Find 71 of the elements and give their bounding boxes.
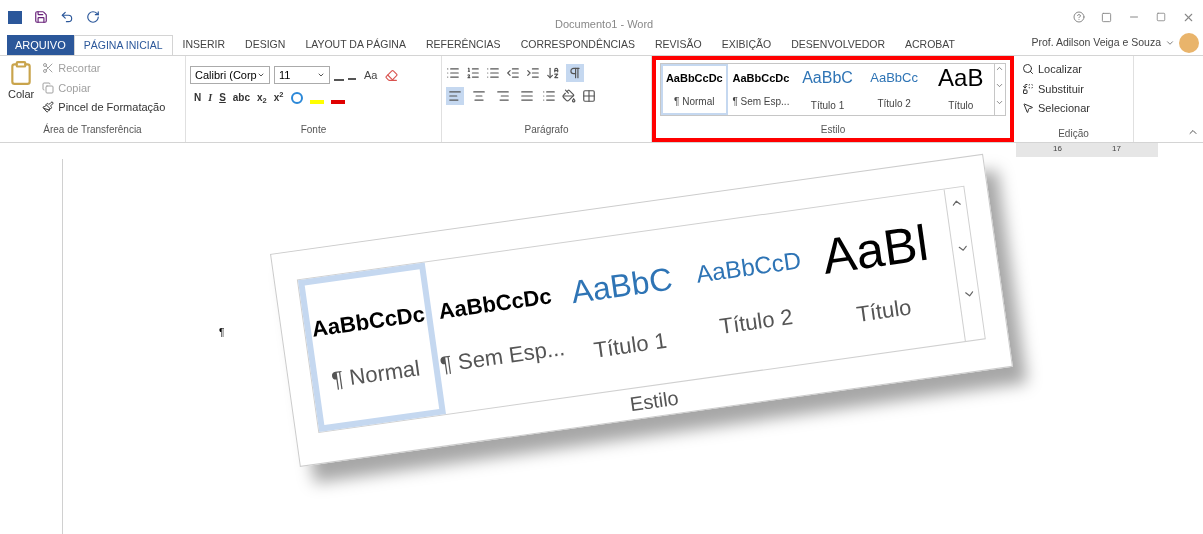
- ribbon-tab[interactable]: REVISÃO: [645, 35, 712, 55]
- ribbon-tab[interactable]: DESENVOLVEDOR: [781, 35, 896, 55]
- group-label: Parágrafo: [524, 124, 569, 135]
- ribbon-tab[interactable]: LAYOUT DA PÁGINA: [295, 35, 416, 55]
- bullets-icon[interactable]: [446, 66, 460, 80]
- format-button[interactable]: N: [194, 90, 202, 105]
- multilevel-list-icon[interactable]: [486, 66, 500, 80]
- undo-icon[interactable]: [60, 10, 74, 24]
- ribbon-tab[interactable]: PÁGINA INICIAL: [73, 35, 173, 55]
- editing-button[interactable]: Selecionar: [1022, 100, 1125, 117]
- ribbon-tab[interactable]: EXIBIÇÃO: [711, 35, 782, 55]
- group-label: Fonte: [300, 124, 327, 135]
- help-icon[interactable]: [1073, 11, 1085, 23]
- clear-format-icon[interactable]: [385, 68, 399, 82]
- style-option[interactable]: AaBbC Título 1: [794, 64, 861, 115]
- more-styles-icon[interactable]: [995, 98, 1005, 107]
- align-button[interactable]: [446, 87, 464, 105]
- scissors-icon: [42, 62, 55, 75]
- ribbon-tab[interactable]: CORRESPONDÊNCIAS: [510, 35, 645, 55]
- line-spacing-icon[interactable]: [542, 89, 556, 103]
- style-option[interactable]: AaBbCc Título 2: [860, 64, 928, 115]
- font-name-field[interactable]: Calibri (Corp: [190, 66, 270, 84]
- editing-button[interactable]: Substituir: [1022, 80, 1125, 97]
- style-option[interactable]: AaB Título: [927, 64, 995, 115]
- file-tab[interactable]: ARQUIVO: [7, 35, 74, 55]
- scroll-down-icon[interactable]: [995, 81, 1005, 90]
- zoomed-style-option: AaBl Título: [804, 191, 953, 361]
- redo-icon[interactable]: [86, 10, 100, 24]
- change-case-button[interactable]: Aa: [360, 66, 382, 84]
- ribbon-tab[interactable]: ACROBAT: [895, 35, 965, 55]
- paste-button[interactable]: Colar: [8, 60, 35, 116]
- numbering-icon[interactable]: [466, 66, 480, 80]
- clipboard-button[interactable]: Pincel de Formatação: [42, 99, 166, 116]
- increase-indent-icon[interactable]: [526, 66, 540, 80]
- paragraph-mark: ¶: [219, 327, 225, 338]
- save-icon[interactable]: [34, 10, 48, 24]
- format-button[interactable]: I: [208, 90, 213, 105]
- ruler-number: 17: [1112, 143, 1121, 155]
- ribbon-tab[interactable]: REFERÊNCIAS: [415, 35, 511, 55]
- borders-icon[interactable]: [582, 89, 596, 103]
- restore-icon[interactable]: [1156, 12, 1166, 22]
- ribbon-tab[interactable]: INSERIR: [172, 35, 236, 55]
- dropdown-caret-icon: [257, 71, 265, 79]
- group-label: Estilo: [820, 124, 846, 135]
- format-button[interactable]: S: [219, 90, 226, 105]
- copy-icon: [42, 81, 55, 94]
- cursor-icon: [1022, 102, 1034, 115]
- format-button[interactable]: x$_{2}$: [257, 90, 267, 105]
- dropdown-caret-icon: [317, 71, 325, 79]
- format-button[interactable]: abc: [232, 90, 251, 105]
- font-size-field[interactable]: 11: [274, 66, 330, 84]
- user-name[interactable]: Prof. Adilson Veiga e Souza: [1031, 35, 1161, 51]
- style-option[interactable]: AaBbCcDc ¶ Normal: [661, 64, 728, 115]
- decrease-indent-icon[interactable]: [506, 66, 520, 80]
- style-option[interactable]: AaBbCcDc ¶ Sem Esp...: [727, 64, 795, 115]
- editing-button[interactable]: Localizar: [1022, 61, 1125, 78]
- ribbon-tab[interactable]: DESIGN: [235, 35, 296, 55]
- ruler-number: 16: [1053, 143, 1062, 155]
- paintbrush-icon: [42, 101, 55, 114]
- search-icon: [1022, 63, 1034, 76]
- format-button[interactable]: x$^{2}$: [273, 90, 284, 105]
- caret-icon[interactable]: [1165, 38, 1175, 48]
- avatar-icon: [1179, 33, 1199, 53]
- show-marks-button[interactable]: [566, 64, 584, 82]
- shading-icon[interactable]: [562, 89, 576, 103]
- sort-icon[interactable]: [546, 66, 560, 80]
- group-label: Estilo: [628, 386, 680, 416]
- window-title: Documento1 - Word: [555, 17, 654, 32]
- group-label: Área de Transferência: [43, 124, 142, 135]
- scroll-up-icon[interactable]: [995, 64, 1005, 73]
- group-label: Edição: [1058, 127, 1089, 139]
